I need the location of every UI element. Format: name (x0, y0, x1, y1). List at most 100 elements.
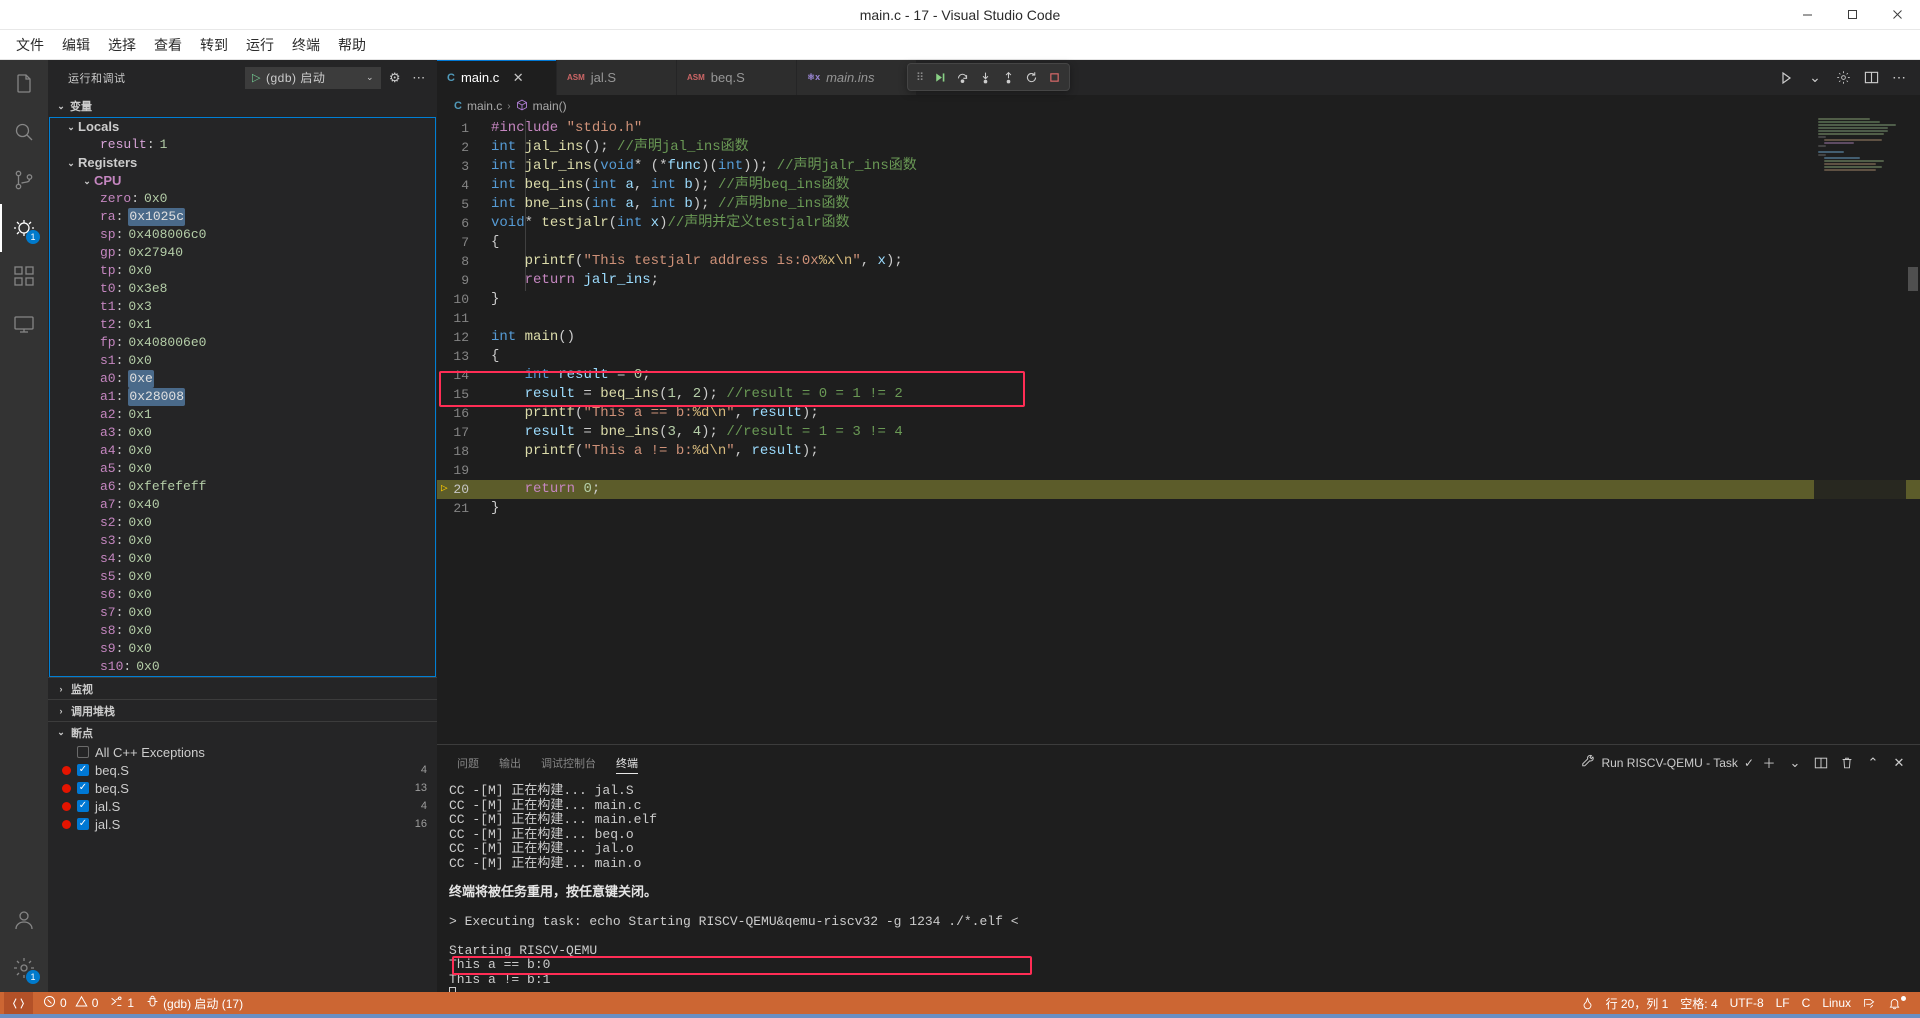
new-terminal-icon[interactable]: ＋ (1758, 752, 1780, 774)
debug-session-status[interactable]: (gdb) 启动 (17) (140, 992, 249, 1014)
breakpoint-row[interactable]: jal.S16 (48, 815, 437, 833)
feedback-icon[interactable] (1857, 992, 1882, 1014)
code-line[interactable]: 19 (437, 461, 1920, 480)
notifications-bell-icon[interactable] (1882, 992, 1916, 1014)
line-number[interactable]: 7 (437, 233, 485, 252)
line-number[interactable]: 14 (437, 366, 485, 385)
register-row[interactable]: s6:0x0 (50, 586, 435, 604)
line-number[interactable]: 17 (437, 423, 485, 442)
line-number[interactable]: 8 (437, 252, 485, 271)
activity-explorer[interactable] (0, 60, 48, 108)
breadcrumb-file[interactable]: main.c (467, 99, 502, 113)
breakpoint-row[interactable]: jal.S4 (48, 797, 437, 815)
more-actions-icon[interactable]: ⋯ (409, 68, 429, 88)
register-row[interactable]: s7:0x0 (50, 604, 435, 622)
indentation[interactable]: 空格: 4 (1674, 992, 1723, 1014)
code-line[interactable]: 10} (437, 290, 1920, 309)
line-number[interactable]: 19 (437, 461, 485, 480)
line-number[interactable]: 15 (437, 385, 485, 404)
code-line[interactable]: 17 result = bne_ins(3, 4); //result = 1 … (437, 423, 1920, 442)
kill-terminal-icon[interactable] (1836, 752, 1858, 774)
register-row[interactable]: a3:0x0 (50, 424, 435, 442)
menu-run[interactable]: 运行 (238, 33, 282, 57)
breakpoint-checkbox[interactable] (77, 800, 89, 812)
breakpoint-row[interactable]: beq.S4 (48, 761, 437, 779)
code-line[interactable]: 13{ (437, 347, 1920, 366)
maximize-button[interactable] (1830, 0, 1875, 30)
line-number[interactable]: 13 (437, 347, 485, 366)
code-line[interactable]: 15 result = beq_ins(1, 2); //result = 0 … (437, 385, 1920, 404)
code-line[interactable]: 9 return jalr_ins; (437, 271, 1920, 290)
line-number[interactable]: 12 (437, 328, 485, 347)
split-editor-icon[interactable] (1858, 65, 1884, 91)
line-number[interactable]: 10 (437, 290, 485, 309)
panel-tab-debug-console[interactable]: 调试控制台 (541, 745, 596, 780)
editor-scrollbar[interactable] (1906, 117, 1920, 744)
register-row[interactable]: a0:0xe (50, 370, 435, 388)
code-line[interactable]: ▷20 return 0; (437, 480, 1920, 499)
line-number[interactable]: 3 (437, 157, 485, 176)
code-lines[interactable]: 1#include "stdio.h"2int jal_ins(); //声明j… (437, 117, 1920, 518)
activity-settings[interactable]: 1 (0, 944, 48, 992)
register-row[interactable]: a2:0x1 (50, 406, 435, 424)
breakpoint-dot-icon[interactable] (62, 784, 71, 793)
register-row[interactable]: a5:0x0 (50, 460, 435, 478)
register-row[interactable]: s10:0x0 (50, 658, 435, 676)
code-line[interactable]: 14 int result = 0; (437, 366, 1920, 385)
flame-status[interactable] (1575, 992, 1600, 1014)
minimize-button[interactable] (1785, 0, 1830, 30)
run-and-debug-icon[interactable] (1774, 65, 1800, 91)
register-row[interactable]: s1:0x0 (50, 352, 435, 370)
line-number[interactable]: 1 (437, 119, 485, 138)
panel-tab-problems[interactable]: 问题 (457, 745, 479, 780)
breakpoint-row[interactable]: beq.S13 (48, 779, 437, 797)
gear-icon[interactable]: ⚙ (385, 68, 405, 88)
scrollbar-thumb[interactable] (1908, 267, 1918, 291)
register-row[interactable]: fp:0x408006e0 (50, 334, 435, 352)
editor-tab[interactable]: ASMjal.S (557, 60, 677, 95)
variables-group-locals[interactable]: ⌄ Locals (50, 118, 435, 136)
chevron-down-icon[interactable]: ⌄ (1802, 65, 1828, 91)
register-row[interactable]: s5:0x0 (50, 568, 435, 586)
register-row[interactable]: a7:0x40 (50, 496, 435, 514)
activity-extensions[interactable] (0, 252, 48, 300)
breakpoint-checkbox[interactable] (77, 782, 89, 794)
panel-tab-terminal[interactable]: 终端 (616, 745, 638, 780)
section-variables[interactable]: ⌄ 变量 (48, 95, 437, 117)
register-row[interactable]: t0:0x3e8 (50, 280, 435, 298)
line-number[interactable]: 16 (437, 404, 485, 423)
terminal-selector[interactable]: Run RISCV-QEMU - Task ✓ (1581, 754, 1754, 771)
debug-continue-button[interactable] (928, 66, 950, 88)
maximize-panel-icon[interactable]: ⌃ (1862, 752, 1884, 774)
register-row[interactable]: a6:0xfefefeff (50, 478, 435, 496)
close-button[interactable] (1875, 0, 1920, 30)
register-row[interactable]: tp:0x0 (50, 262, 435, 280)
close-panel-icon[interactable]: ✕ (1888, 752, 1910, 774)
ports-status[interactable]: 1 (104, 992, 140, 1014)
activity-account[interactable] (0, 896, 48, 944)
code-line[interactable]: 4int beq_ins(int a, int b); //声明beq_ins函… (437, 176, 1920, 195)
launch-configuration-select[interactable]: ▷ (gdb) 启动 ⌄ (245, 67, 381, 89)
line-number[interactable]: 21 (437, 499, 485, 518)
menu-go[interactable]: 转到 (192, 33, 236, 57)
breadcrumb-symbol[interactable]: main() (533, 99, 567, 113)
minimap[interactable] (1814, 117, 1906, 744)
register-row[interactable]: a4:0x0 (50, 442, 435, 460)
code-line[interactable]: 2int jal_ins(); //声明jal_ins函数 (437, 138, 1920, 157)
remote-indicator[interactable] (4, 992, 33, 1014)
drag-handle[interactable]: ⠿ (912, 71, 927, 84)
debug-step-into-button[interactable] (974, 66, 996, 88)
line-number[interactable]: 9 (437, 271, 485, 290)
breakpoint-checkbox[interactable] (77, 764, 89, 776)
editor-tab[interactable]: ⚛xmain.ins (797, 60, 917, 95)
variables-group-registers[interactable]: ⌄ Registers (50, 154, 435, 172)
editor-tab[interactable]: Cmain.c✕ (437, 60, 557, 95)
line-number[interactable]: 5 (437, 195, 485, 214)
line-number[interactable]: 2 (437, 138, 485, 157)
section-breakpoints[interactable]: ⌄ 断点 (48, 721, 437, 743)
breakpoint-dot-icon[interactable] (62, 820, 71, 829)
code-line[interactable]: 6void* testjalr(int x)//声明并定义testjalr函数 (437, 214, 1920, 233)
tab-close-icon[interactable]: ✕ (511, 70, 525, 86)
variable-row-result[interactable]: result:1 (50, 136, 435, 154)
encoding[interactable]: UTF-8 (1724, 992, 1770, 1014)
